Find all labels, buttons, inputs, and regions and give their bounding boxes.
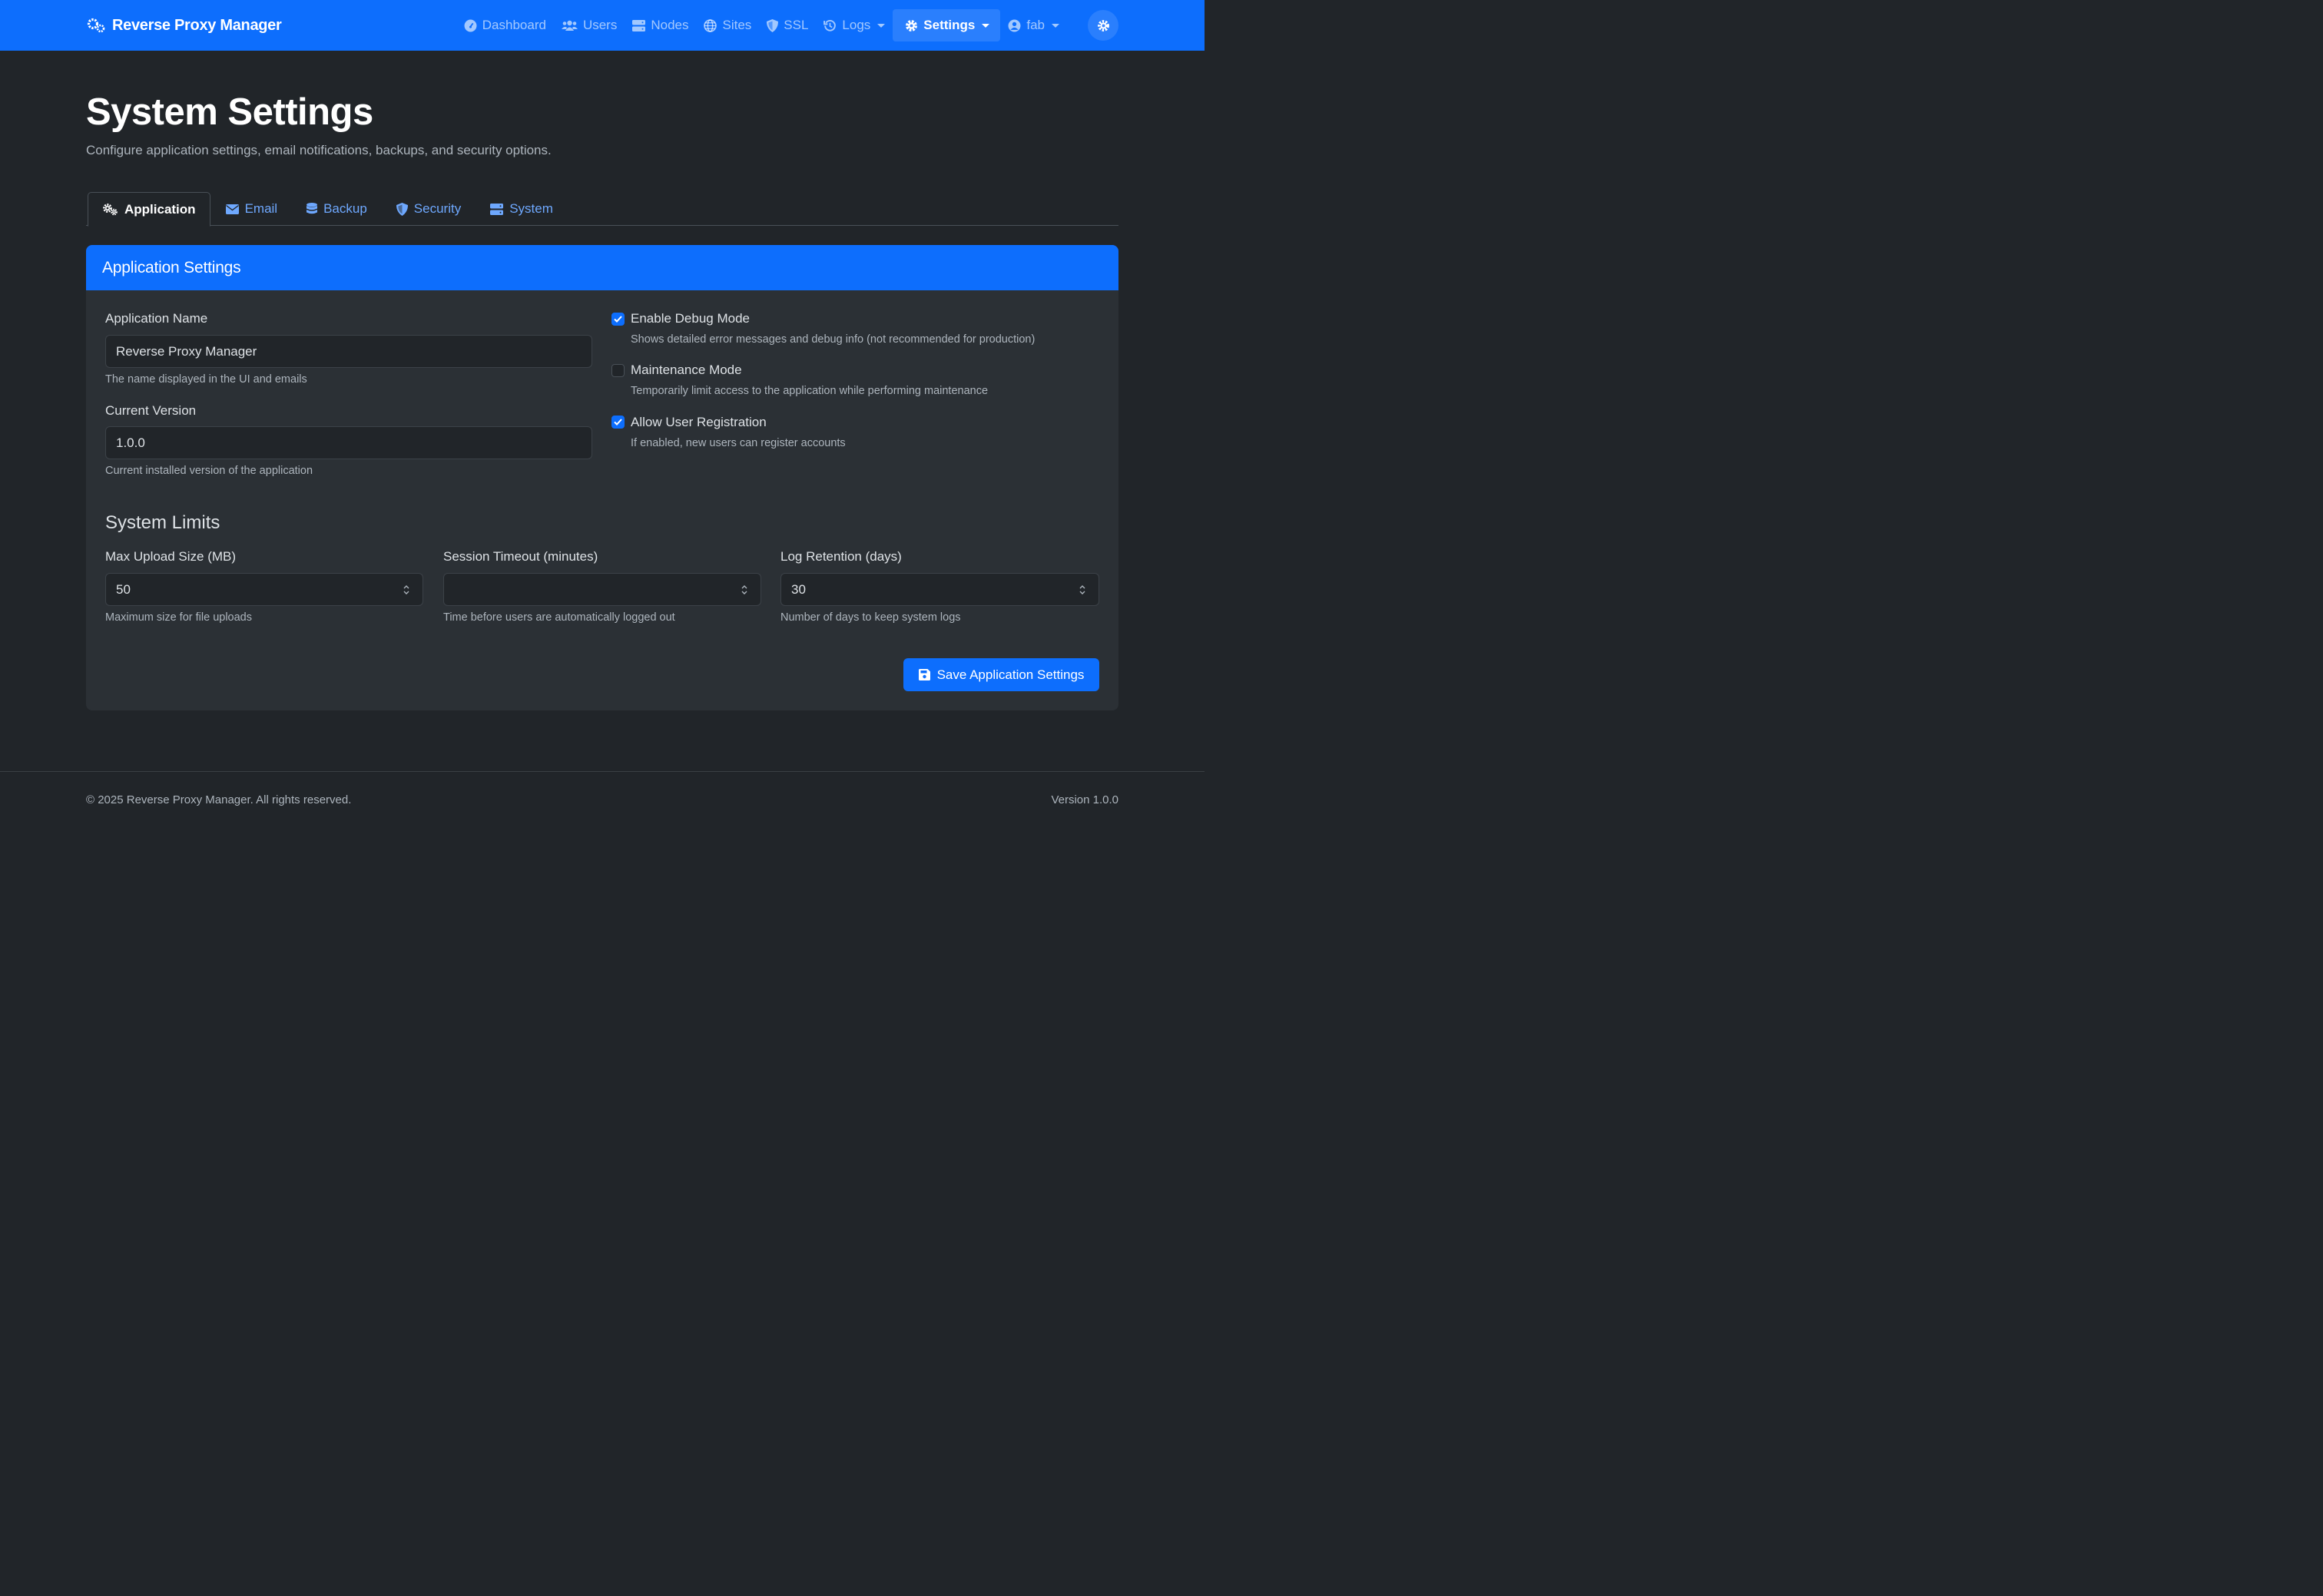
log-retention-value: 30 bbox=[791, 581, 806, 597]
brand-name: Reverse Proxy Manager bbox=[112, 16, 282, 34]
app-name-input[interactable]: Reverse Proxy Manager bbox=[105, 335, 592, 368]
maintenance-mode-checkbox[interactable] bbox=[611, 364, 625, 377]
page-title: System Settings bbox=[86, 91, 373, 133]
tab-backup[interactable]: Backup bbox=[293, 192, 381, 226]
nav-dashboard-label: Dashboard bbox=[482, 18, 546, 32]
checkmark-icon bbox=[614, 316, 622, 323]
server-icon bbox=[632, 19, 646, 31]
server-icon bbox=[490, 203, 504, 215]
gear-icon bbox=[906, 19, 918, 31]
app-name-help: The name displayed in the UI and emails bbox=[105, 373, 307, 386]
tab-email-label: Email bbox=[244, 201, 278, 216]
nav-ssl-label: SSL bbox=[784, 18, 809, 32]
gears-icon bbox=[103, 204, 118, 216]
nav-logs-label: Logs bbox=[842, 18, 871, 32]
envelope-icon bbox=[225, 204, 239, 214]
spinner-arrows-icon[interactable] bbox=[741, 584, 748, 596]
system-limits-title: System Limits bbox=[105, 512, 220, 533]
footer: © 2025 Reverse Proxy Manager. All rights… bbox=[0, 771, 1205, 827]
app-name-label: Application Name bbox=[105, 311, 208, 326]
main-nav: Dashboard Users Nodes Sites SSL Logs Set… bbox=[456, 9, 1118, 41]
version-value: 1.0.0 bbox=[116, 435, 145, 450]
maintenance-mode-help: Temporarily limit access to the applicat… bbox=[631, 385, 989, 397]
version-label: Current Version bbox=[105, 403, 197, 418]
nav-sites[interactable]: Sites bbox=[696, 9, 759, 41]
nav-nodes-label: Nodes bbox=[651, 18, 689, 32]
nav-sites-label: Sites bbox=[722, 18, 752, 32]
footer-copyright: © 2025 Reverse Proxy Manager. All rights… bbox=[86, 793, 352, 806]
tab-system[interactable]: System bbox=[476, 192, 567, 226]
users-icon bbox=[561, 20, 578, 31]
log-retention-help: Number of days to keep system logs bbox=[780, 611, 961, 624]
max-upload-label: Max Upload Size (MB) bbox=[105, 549, 237, 564]
page-subtitle: Configure application settings, email no… bbox=[86, 143, 552, 157]
maintenance-mode-label[interactable]: Maintenance Mode bbox=[631, 363, 742, 378]
navbar: Reverse Proxy Manager Dashboard Users No… bbox=[0, 0, 1205, 51]
chevron-down-icon bbox=[877, 23, 886, 28]
settings-tabs: Application Email Backup Security System bbox=[86, 192, 1118, 227]
user-circle-icon bbox=[1008, 19, 1021, 31]
session-timeout-label: Session Timeout (minutes) bbox=[443, 549, 598, 564]
tab-system-label: System bbox=[509, 201, 553, 216]
brand[interactable]: Reverse Proxy Manager bbox=[86, 0, 282, 51]
nav-ssl[interactable]: SSL bbox=[759, 9, 816, 41]
tab-email[interactable]: Email bbox=[212, 192, 292, 226]
sun-icon bbox=[1097, 19, 1109, 31]
log-retention-input[interactable]: 30 bbox=[780, 573, 1099, 606]
tab-application-label: Application bbox=[124, 201, 196, 217]
nav-dashboard[interactable]: Dashboard bbox=[456, 9, 554, 41]
nav-settings-label: Settings bbox=[923, 18, 976, 32]
session-timeout-input[interactable] bbox=[443, 573, 761, 606]
nav-user-label: fab bbox=[1026, 18, 1045, 32]
database-icon bbox=[307, 202, 318, 214]
application-settings-card: Application Settings Application Name Re… bbox=[86, 245, 1118, 710]
footer-version: Version 1.0.0 bbox=[1051, 793, 1118, 806]
spinner-arrows-icon[interactable] bbox=[403, 584, 410, 596]
nav-users[interactable]: Users bbox=[554, 9, 625, 41]
tab-security[interactable]: Security bbox=[383, 192, 475, 226]
chevron-down-icon bbox=[982, 23, 990, 28]
save-button-label: Save Application Settings bbox=[936, 667, 1085, 682]
card-header: Application Settings bbox=[86, 245, 1118, 290]
tab-backup-label: Backup bbox=[323, 201, 367, 216]
debug-mode-checkbox[interactable] bbox=[611, 313, 625, 326]
chevron-down-icon bbox=[1052, 23, 1059, 28]
shield-icon bbox=[767, 18, 779, 32]
max-upload-value: 50 bbox=[116, 581, 131, 597]
app-name-value: Reverse Proxy Manager bbox=[116, 343, 257, 359]
nav-users-label: Users bbox=[582, 18, 618, 32]
debug-mode-label[interactable]: Enable Debug Mode bbox=[631, 311, 750, 326]
max-upload-input[interactable]: 50 bbox=[105, 573, 423, 606]
log-retention-label: Log Retention (days) bbox=[780, 549, 902, 564]
history-icon bbox=[823, 19, 837, 31]
nav-user-menu[interactable]: fab bbox=[1000, 9, 1067, 41]
theme-toggle-button[interactable] bbox=[1088, 10, 1118, 41]
checkmark-icon bbox=[614, 419, 622, 425]
session-timeout-help: Time before users are automatically logg… bbox=[443, 611, 675, 624]
nav-nodes[interactable]: Nodes bbox=[625, 9, 696, 41]
user-registration-help: If enabled, new users can register accou… bbox=[631, 437, 846, 449]
globe-icon bbox=[704, 18, 717, 32]
save-application-settings-button[interactable]: Save Application Settings bbox=[903, 658, 1099, 691]
user-registration-label[interactable]: Allow User Registration bbox=[631, 415, 767, 430]
nav-logs[interactable]: Logs bbox=[816, 9, 893, 41]
version-help: Current installed version of the applica… bbox=[105, 465, 313, 477]
floppy-disk-icon bbox=[918, 669, 930, 680]
debug-mode-help: Shows detailed error messages and debug … bbox=[631, 333, 1036, 346]
max-upload-help: Maximum size for file uploads bbox=[105, 611, 252, 624]
user-registration-checkbox[interactable] bbox=[611, 416, 625, 429]
tab-security-label: Security bbox=[413, 201, 462, 216]
gauge-icon bbox=[464, 19, 477, 31]
shield-icon bbox=[396, 202, 408, 216]
tab-application[interactable]: Application bbox=[88, 192, 210, 227]
spinner-arrows-icon[interactable] bbox=[1079, 584, 1086, 596]
version-input[interactable]: 1.0.0 bbox=[105, 426, 592, 459]
nav-settings[interactable]: Settings bbox=[893, 9, 1001, 41]
gears-icon bbox=[87, 18, 105, 33]
